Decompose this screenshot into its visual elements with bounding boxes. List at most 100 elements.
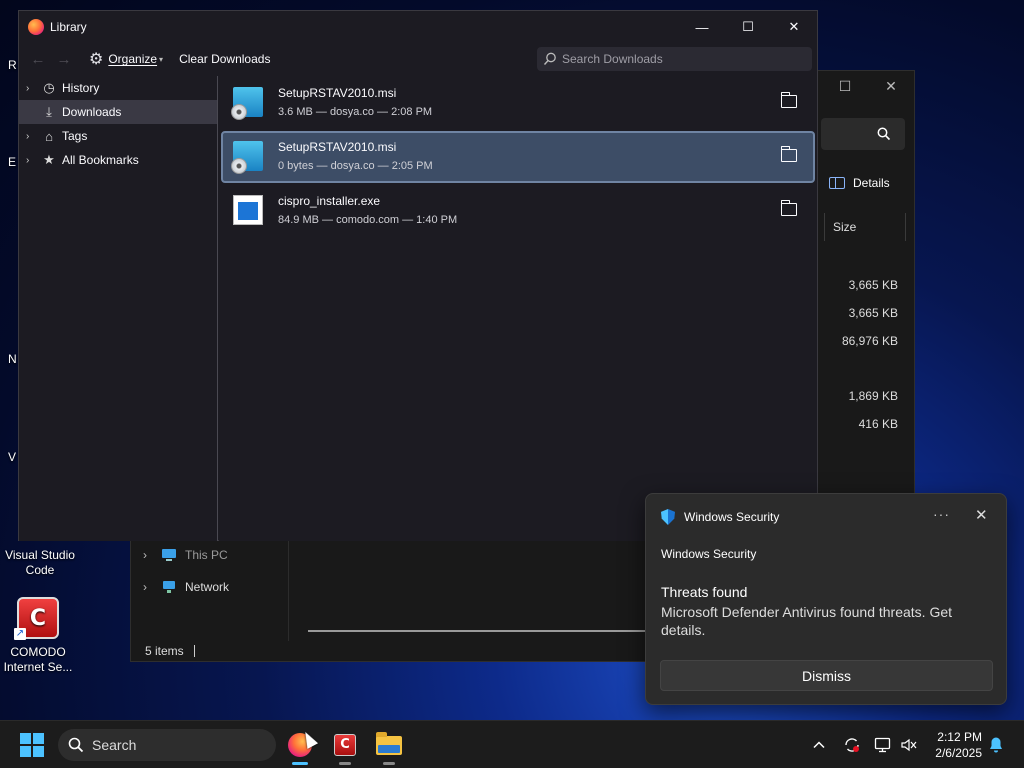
download-icon: ⤓ xyxy=(46,104,52,119)
open-folder-icon[interactable] xyxy=(780,200,797,216)
toast-header: Windows Security xyxy=(661,509,779,525)
horizontal-scrollbar[interactable] xyxy=(308,630,648,632)
desktop-icon-label: COMODO xyxy=(10,645,66,659)
chevron-down-icon: ▾ xyxy=(159,54,164,64)
download-item[interactable]: SetupRSTAV2010.msi 3.6 MB — dosya.co — 2… xyxy=(221,77,815,129)
window-title: Library xyxy=(50,20,87,34)
windows-logo-icon xyxy=(20,733,31,744)
explorer-search-box[interactable] xyxy=(821,118,905,150)
chevron-right-icon[interactable]: › xyxy=(143,548,153,562)
chevron-right-icon[interactable]: › xyxy=(26,131,36,142)
tray-sync-icon[interactable] xyxy=(843,721,861,768)
gear-icon: ⚙ xyxy=(89,51,104,68)
taskbar-clock[interactable]: 2:12 PM 2/6/2025 xyxy=(928,729,982,761)
file-size: 416 KB xyxy=(858,417,898,431)
item-count: 5 items xyxy=(145,644,184,658)
file-size: 3,665 KB xyxy=(848,278,898,292)
toast-source: Windows Security xyxy=(661,547,757,561)
notification-center-button[interactable] xyxy=(988,721,1004,768)
msi-installer-icon xyxy=(231,87,263,120)
network-icon xyxy=(874,737,891,753)
sidebar-item-history[interactable]: › ◷ History xyxy=(19,76,217,100)
download-item[interactable]: cispro_installer.exe 84.9 MB — comodo.co… xyxy=(221,185,815,237)
file-size: 3,665 KB xyxy=(848,306,898,320)
clear-downloads-button[interactable]: Clear Downloads xyxy=(179,52,270,66)
msi-installer-icon xyxy=(231,141,263,174)
minimize-icon[interactable]: — xyxy=(679,11,725,43)
taskbar-app-file-explorer[interactable] xyxy=(373,729,405,765)
search-icon xyxy=(543,52,556,65)
running-indicator xyxy=(339,762,351,765)
desktop-icon-label: Visual Studio xyxy=(5,548,75,562)
clock-time: 2:12 PM xyxy=(937,730,982,744)
sidebar-item-tags[interactable]: › ⌂ Tags xyxy=(19,124,217,148)
chevron-up-icon xyxy=(813,741,825,749)
nav-item-label: Network xyxy=(185,580,230,594)
organize-label: Organize xyxy=(108,52,158,66)
nav-item-this-pc[interactable]: › This PC xyxy=(143,548,228,562)
taskbar-app-comodo[interactable]: C xyxy=(329,729,361,765)
chevron-right-icon[interactable]: › xyxy=(143,580,153,594)
maximize-icon[interactable]: ☐ xyxy=(822,71,868,101)
taskbar-search[interactable]: Search xyxy=(58,729,276,761)
download-filename: SetupRSTAV2010.msi xyxy=(278,140,397,154)
nav-item-label: This PC xyxy=(185,548,228,562)
download-meta: 0 bytes — dosya.co — 2:05 PM xyxy=(278,160,433,172)
library-window: Library — ☐ ✕ ← → ⚙ Organize ▾ Clear Dow… xyxy=(18,10,818,541)
desktop-icon-label-fragment: R xyxy=(8,58,17,72)
comodo-icon: C xyxy=(334,734,356,756)
dismiss-button[interactable]: Dismiss xyxy=(660,660,993,691)
sidebar-item-downloads[interactable]: ⤓ Downloads xyxy=(19,100,217,124)
desktop-icon-label-fragment: V xyxy=(8,450,17,464)
chevron-right-icon[interactable]: › xyxy=(26,155,36,166)
bell-icon xyxy=(990,737,1002,753)
open-folder-icon[interactable] xyxy=(780,146,797,162)
computer-icon xyxy=(162,549,176,561)
exe-installer-icon xyxy=(233,195,263,225)
download-filename: SetupRSTAV2010.msi xyxy=(278,86,397,100)
tray-volume-icon[interactable] xyxy=(900,721,918,768)
desktop-icon-label-fragment: E xyxy=(8,155,17,169)
search-downloads-input[interactable]: Search Downloads xyxy=(537,47,812,71)
tag-icon: ⌂ xyxy=(45,128,53,144)
more-options-icon[interactable]: ··· xyxy=(933,506,950,522)
desktop-icon-label-fragment: N xyxy=(8,352,17,366)
firefox-icon xyxy=(28,19,44,35)
show-hidden-icons-button[interactable] xyxy=(812,721,826,768)
window-controls: — ☐ ✕ xyxy=(679,11,817,43)
network-icon xyxy=(163,581,175,593)
forward-arrow-icon[interactable]: → xyxy=(51,51,77,68)
close-icon[interactable]: ✕ xyxy=(868,71,914,101)
start-button[interactable] xyxy=(20,733,44,757)
sidebar-item-label: All Bookmarks xyxy=(62,153,139,167)
desktop-icon-vscode[interactable]: Visual Studio Code xyxy=(0,548,80,578)
nav-item-network[interactable]: › Network xyxy=(143,580,229,594)
details-view-button[interactable]: Details xyxy=(829,176,890,190)
shield-icon xyxy=(661,509,675,525)
close-icon[interactable]: ✕ xyxy=(771,11,817,43)
windows-security-notification[interactable]: Windows Security ··· ✕ Windows Security … xyxy=(645,493,1007,705)
taskbar-search-label: Search xyxy=(92,737,137,753)
back-arrow-icon[interactable]: ← xyxy=(25,51,51,68)
running-indicator xyxy=(383,762,395,765)
sidebar-item-all-bookmarks[interactable]: › ★ All Bookmarks xyxy=(19,148,217,172)
maximize-icon[interactable]: ☐ xyxy=(725,11,771,43)
explorer-window-controls: ☐ ✕ xyxy=(822,71,914,101)
close-icon[interactable]: ✕ xyxy=(975,506,988,524)
desktop-icon-comodo[interactable]: COMODO Internet Se... xyxy=(0,597,78,675)
file-size: 86,976 KB xyxy=(841,334,898,348)
desktop-icon-label: Internet Se... xyxy=(3,660,73,674)
tray-network-icon[interactable] xyxy=(874,721,892,768)
status-divider xyxy=(193,645,195,657)
folder-icon xyxy=(376,732,402,755)
organize-button[interactable]: ⚙ Organize ▾ xyxy=(89,49,163,69)
open-folder-icon[interactable] xyxy=(780,92,797,108)
chevron-right-icon[interactable]: › xyxy=(26,83,36,94)
sidebar-item-label: Tags xyxy=(62,129,88,143)
sidebar-item-label: Downloads xyxy=(62,105,122,119)
library-sidebar: › ◷ History ⤓ Downloads › ⌂ Tags › ★ All… xyxy=(19,76,218,541)
download-item[interactable]: SetupRSTAV2010.msi 0 bytes — dosya.co — … xyxy=(221,131,815,183)
search-icon xyxy=(877,127,891,141)
size-column-header[interactable]: Size xyxy=(824,213,906,241)
toast-title: Threats found xyxy=(661,584,748,600)
